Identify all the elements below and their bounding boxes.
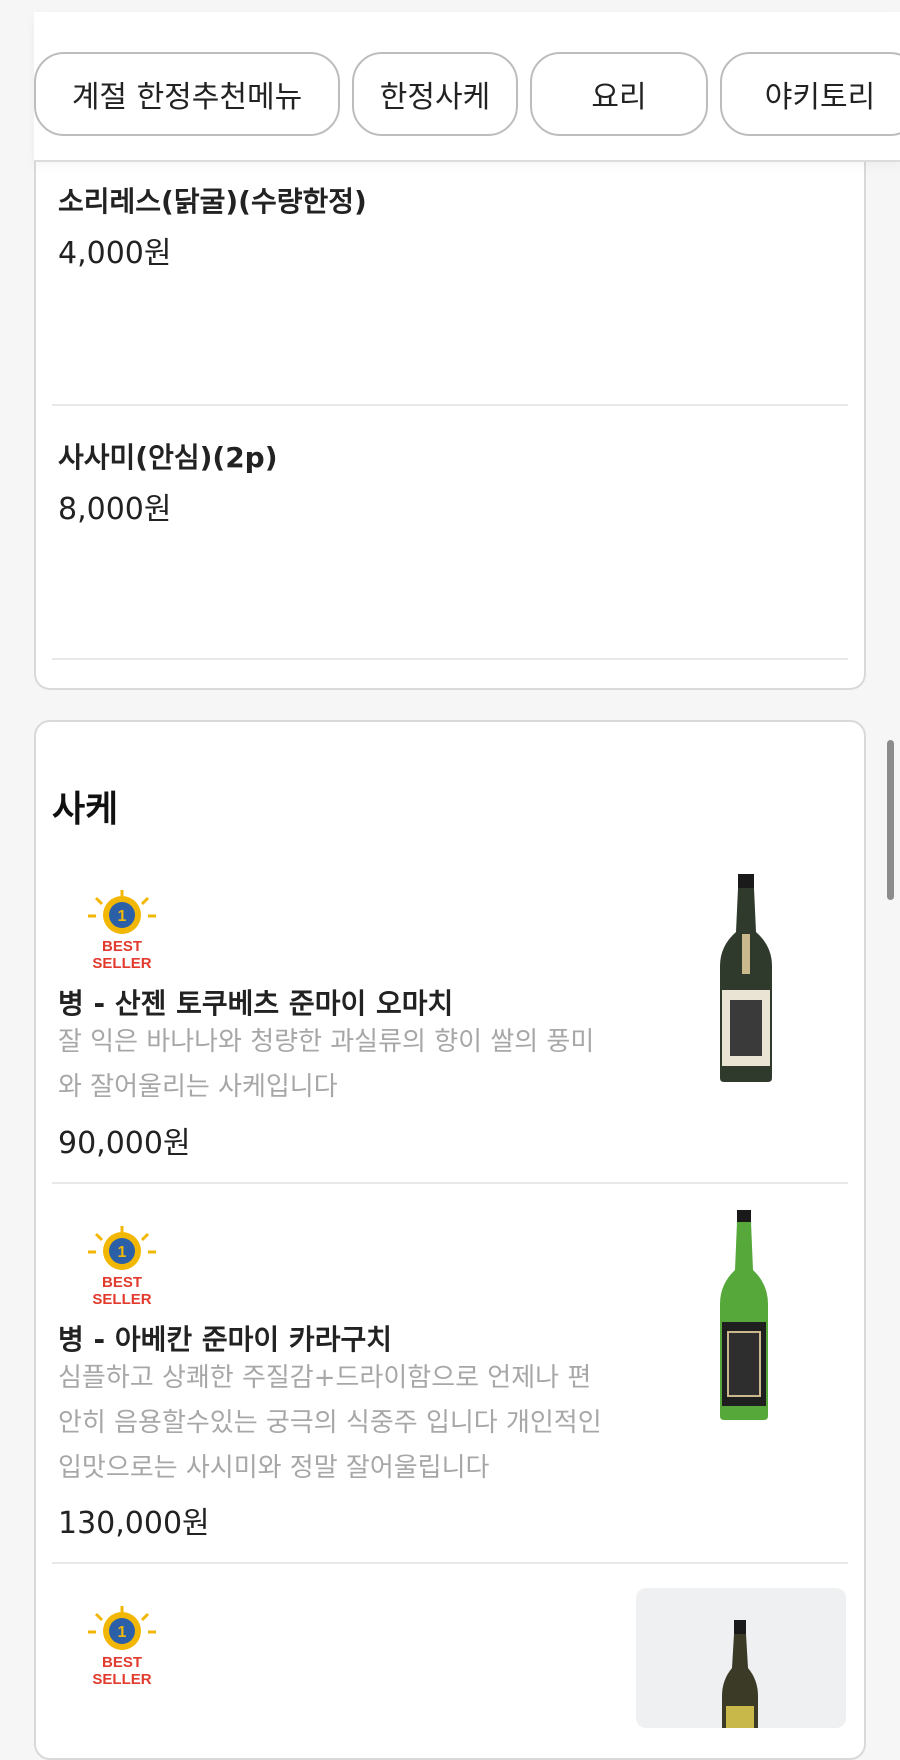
divider bbox=[52, 1182, 848, 1184]
tab-seasonal-menu[interactable]: 계절 한정추천메뉴 bbox=[34, 52, 340, 136]
tab-label: 야키토리 bbox=[764, 80, 876, 115]
svg-text:SELLER: SELLER bbox=[92, 1671, 151, 1688]
best-seller-badge-icon: 1 BEST SELLER bbox=[88, 1226, 156, 1308]
divider bbox=[52, 404, 848, 406]
menu-item-name: 사사미(안심)(2p) bbox=[58, 441, 278, 474]
svg-text:SELLER: SELLER bbox=[92, 955, 151, 972]
menu-item-name: 병 - 아베칸 준마이 카라구치 bbox=[58, 1323, 392, 1356]
menu-item-price: 8,000원 bbox=[58, 492, 172, 527]
tab-dishes[interactable]: 요리 bbox=[530, 52, 708, 136]
menu-item-description: 심플하고 상쾌한 주질감+드라이함으로 언제나 편 안히 음용할수있는 궁극의 … bbox=[58, 1363, 602, 1483]
svg-text:BEST: BEST bbox=[102, 1654, 142, 1671]
svg-text:BEST: BEST bbox=[102, 938, 142, 955]
category-tab-bar: 계절 한정추천메뉴 한정사케 요리 야키토리 bbox=[34, 12, 900, 162]
svg-text:1: 1 bbox=[118, 1244, 127, 1261]
best-seller-badge-icon: 1 BEST SELLER bbox=[88, 1606, 156, 1688]
tab-label: 계절 한정추천메뉴 bbox=[71, 80, 303, 115]
sake-section-card: 사케 1 BEST SELLER 병 - 산젠 토쿠베츠 준마이 오마치 잘 익… bbox=[34, 720, 866, 1760]
svg-text:1: 1 bbox=[118, 908, 127, 925]
scrollbar[interactable] bbox=[887, 740, 894, 900]
svg-text:1: 1 bbox=[118, 1624, 127, 1641]
menu-item-description: 잘 익은 바나나와 청량한 과실류의 향이 쌀의 풍미 와 잘어울리는 사케입니… bbox=[58, 1027, 595, 1102]
sake-bottle-image bbox=[720, 1210, 768, 1420]
svg-text:BEST: BEST bbox=[102, 1274, 142, 1291]
menu-item-price: 90,000원 bbox=[58, 1126, 191, 1161]
tab-label: 한정사케 bbox=[379, 80, 491, 115]
divider bbox=[52, 658, 848, 660]
best-seller-badge-icon: 1 BEST SELLER bbox=[88, 890, 156, 972]
tab-limited-sake[interactable]: 한정사케 bbox=[352, 52, 518, 136]
svg-text:SELLER: SELLER bbox=[92, 1291, 151, 1308]
sake-bottle-image bbox=[720, 874, 772, 1082]
sake-bottle-image bbox=[636, 1588, 846, 1728]
tab-yakitori[interactable]: 야키토리 bbox=[720, 52, 900, 136]
menu-item-name: 병 - 산젠 토쿠베츠 준마이 오마치 bbox=[58, 987, 454, 1020]
section-title: 사케 bbox=[52, 789, 119, 830]
divider bbox=[52, 1562, 848, 1564]
limited-menu-card: 소리레스(닭굴)(수량한정) 4,000원 사사미(안심)(2p) 8,000원 bbox=[34, 140, 866, 690]
menu-item-price: 130,000원 bbox=[58, 1506, 210, 1541]
tab-label: 요리 bbox=[591, 80, 647, 115]
menu-item-price: 4,000원 bbox=[58, 236, 172, 271]
menu-item-name: 소리레스(닭굴)(수량한정) bbox=[58, 185, 367, 218]
